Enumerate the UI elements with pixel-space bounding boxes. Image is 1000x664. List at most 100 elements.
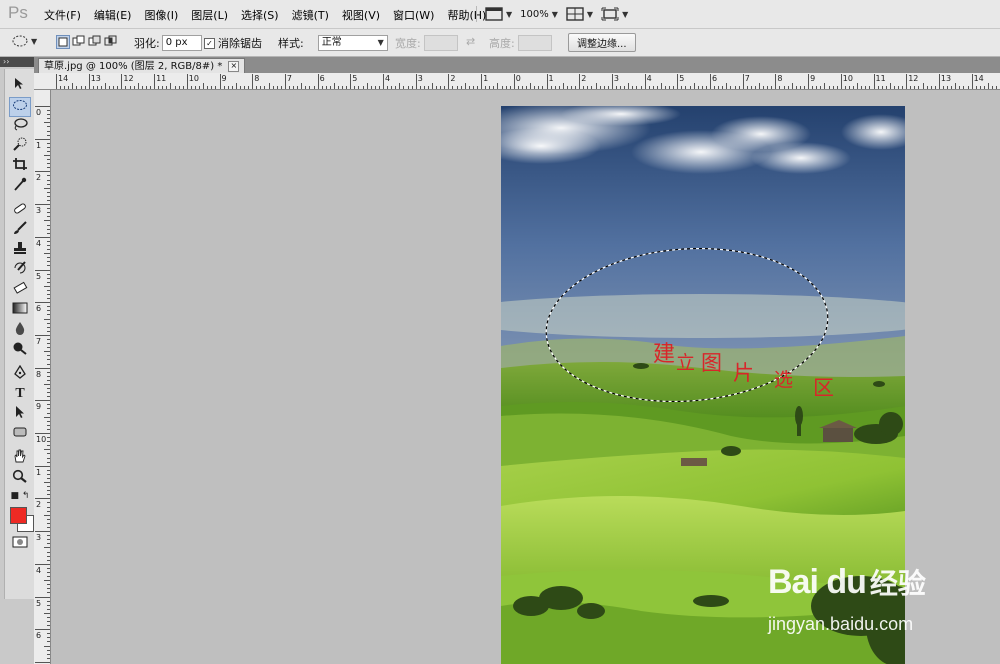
launch-bridge-button[interactable]: ▼ bbox=[485, 7, 512, 21]
ruler-tick bbox=[877, 86, 879, 89]
horizontal-ruler[interactable]: 1413121110987654321012345678910111213141… bbox=[52, 73, 1000, 90]
ruler-v-label: 4 bbox=[36, 238, 42, 248]
new-selection-icon[interactable] bbox=[56, 35, 70, 49]
crop-tool-icon[interactable] bbox=[10, 157, 30, 175]
ruler-tick bbox=[489, 86, 491, 89]
ruler-tick bbox=[158, 86, 160, 89]
ruler-tick bbox=[47, 441, 50, 443]
ruler-tick bbox=[47, 486, 50, 488]
zoom-tool-icon[interactable] bbox=[10, 469, 30, 487]
history-brush-icon[interactable] bbox=[10, 261, 30, 279]
ruler-tick bbox=[313, 86, 315, 89]
eraser-tool-icon[interactable] bbox=[10, 281, 30, 299]
ruler-tick bbox=[47, 392, 50, 394]
ruler-tick bbox=[922, 83, 924, 89]
ruler-tick bbox=[481, 74, 483, 89]
ruler-tick bbox=[47, 453, 50, 455]
ruler-tick bbox=[881, 86, 883, 89]
ruler-tick bbox=[235, 83, 237, 89]
ruler-tick bbox=[579, 74, 581, 89]
dodge-tool-icon[interactable] bbox=[10, 341, 30, 359]
spot-healing-brush-icon[interactable] bbox=[10, 201, 30, 219]
ruler-tick bbox=[47, 273, 50, 275]
feather-input[interactable]: 0 px bbox=[161, 35, 202, 51]
lasso-tool-icon[interactable] bbox=[10, 117, 30, 135]
style-dropdown[interactable]: 正常 ▼ bbox=[317, 35, 388, 51]
antialias-checkbox[interactable]: ✓ bbox=[204, 37, 215, 49]
menu-filter[interactable]: 滤镜(T) bbox=[292, 7, 329, 23]
refine-edge-button[interactable]: 调整边缘... bbox=[568, 33, 636, 52]
ruler-tick bbox=[799, 86, 801, 89]
menu-image[interactable]: 图像(I) bbox=[144, 7, 178, 23]
pen-tool-icon[interactable] bbox=[10, 364, 30, 383]
move-tool-icon[interactable] bbox=[10, 77, 30, 95]
default-colors-swap-icon[interactable]: ■ ↰ bbox=[8, 487, 32, 505]
ruler-v-label: 5 bbox=[36, 598, 42, 608]
ruler-tick bbox=[869, 86, 871, 89]
ruler-tick bbox=[47, 338, 50, 340]
subtract-from-selection-icon[interactable] bbox=[88, 35, 102, 49]
intersect-selection-icon[interactable] bbox=[104, 35, 118, 49]
ruler-h-label: 10 bbox=[188, 74, 199, 83]
ruler-tick bbox=[47, 265, 50, 267]
ruler-tick bbox=[705, 86, 707, 89]
ruler-tick bbox=[284, 74, 286, 89]
ruler-tick bbox=[47, 506, 50, 508]
ruler-tick bbox=[47, 195, 50, 197]
ruler-tick bbox=[47, 649, 50, 651]
ruler-h-label: 13 bbox=[940, 74, 952, 83]
ruler-tick bbox=[840, 74, 842, 89]
ruler-tick bbox=[44, 482, 50, 484]
blur-tool-icon[interactable] bbox=[10, 321, 30, 339]
hand-tool-icon[interactable] bbox=[10, 449, 30, 467]
hand-glyph bbox=[14, 449, 26, 463]
menu-view[interactable]: 视图(V) bbox=[342, 7, 380, 23]
path-selection-icon[interactable] bbox=[10, 405, 30, 423]
elliptical-marquee-tool-icon[interactable] bbox=[9, 97, 31, 117]
close-icon[interactable]: × bbox=[228, 61, 240, 72]
type-tool-icon[interactable]: T bbox=[10, 385, 30, 403]
ruler-v-label: 0 bbox=[36, 108, 42, 117]
menu-edit[interactable]: 编辑(E) bbox=[94, 7, 132, 23]
ruler-tick bbox=[47, 571, 50, 573]
brush-tool-icon[interactable] bbox=[10, 221, 30, 239]
ruler-tick bbox=[227, 86, 229, 89]
vertical-ruler[interactable]: 0123456789101234567 bbox=[34, 90, 51, 664]
ruler-tick bbox=[468, 86, 470, 89]
ruler-tick bbox=[804, 86, 805, 89]
menu-layer[interactable]: 图层(L) bbox=[191, 7, 228, 23]
ruler-tick bbox=[395, 86, 397, 89]
ruler-tick bbox=[47, 363, 50, 365]
rectangle-tool-icon[interactable] bbox=[10, 425, 30, 443]
ruler-tick bbox=[47, 494, 50, 496]
document-tab[interactable]: 草原.jpg @ 100% (图层 2, RGB/8#) * × bbox=[38, 58, 246, 74]
menu-window[interactable]: 窗口(W) bbox=[393, 7, 434, 23]
antialias-control[interactable]: ✓ 消除锯齿 bbox=[204, 35, 262, 51]
eyedropper-tool-icon[interactable] bbox=[10, 177, 30, 195]
menu-file[interactable]: 文件(F) bbox=[44, 7, 81, 23]
screen-mode-button[interactable]: ▼ bbox=[601, 7, 628, 21]
ruler-tick bbox=[358, 86, 360, 89]
ruler-tick bbox=[35, 302, 50, 304]
gradient-tool-icon[interactable] bbox=[10, 301, 30, 319]
foreground-color-swatch[interactable] bbox=[10, 507, 27, 524]
ruler-tick bbox=[399, 83, 401, 89]
ruler-tick bbox=[374, 86, 376, 89]
tool-preset-picker[interactable]: ▼ bbox=[12, 35, 37, 47]
zoom-level-dropdown[interactable]: 100% ▼ bbox=[520, 9, 558, 20]
add-to-selection-icon[interactable] bbox=[72, 35, 86, 49]
quick-selection-tool-icon[interactable] bbox=[10, 137, 30, 155]
ruler-tick bbox=[47, 600, 50, 602]
ruler-origin[interactable] bbox=[34, 73, 53, 90]
ruler-tick bbox=[599, 86, 601, 89]
tools-panel-header[interactable]: ›› bbox=[0, 57, 34, 67]
refine-edge-button-wrap: 调整边缘... bbox=[568, 33, 636, 52]
arrange-documents-button[interactable]: ▼ bbox=[566, 7, 593, 21]
quick-mask-icon[interactable] bbox=[10, 535, 30, 553]
ruler-v-label: 2 bbox=[36, 173, 42, 183]
clone-stamp-icon[interactable] bbox=[10, 241, 30, 259]
swap-width-height-icon[interactable]: ⇄ bbox=[466, 35, 475, 48]
menu-select[interactable]: 选择(S) bbox=[241, 7, 279, 23]
width-input[interactable] bbox=[423, 35, 458, 51]
height-input[interactable] bbox=[517, 35, 552, 51]
